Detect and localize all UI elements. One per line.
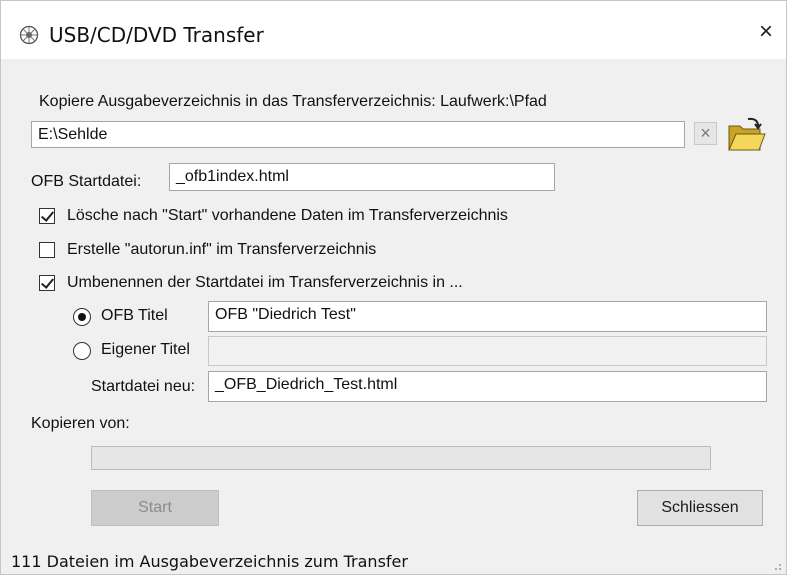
start-file-label: OFB Startdatei: bbox=[31, 173, 142, 190]
delete-existing-label: Lösche nach "Start" vorhandene Daten im … bbox=[67, 207, 508, 224]
own-title-input[interactable] bbox=[208, 336, 767, 366]
copy-from-label: Kopieren von: bbox=[31, 415, 130, 432]
copy-path-label: Kopiere Ausgabeverzeichnis in das Transf… bbox=[39, 93, 547, 110]
close-button[interactable]: Schliessen bbox=[637, 490, 763, 526]
copy-progress-bar bbox=[91, 446, 711, 470]
resize-grip-icon[interactable] bbox=[770, 559, 782, 571]
rename-start-checkbox[interactable] bbox=[39, 275, 55, 291]
app-icon bbox=[19, 25, 39, 45]
delete-existing-checkbox[interactable] bbox=[39, 208, 55, 224]
create-autorun-label: Erstelle "autorun.inf" im Transferverzei… bbox=[67, 241, 377, 258]
ofb-title-radio[interactable] bbox=[73, 308, 91, 326]
rename-start-label: Umbenennen der Startdatei im Transferver… bbox=[67, 274, 463, 291]
status-text: 111 Dateien im Ausgabeverzeichnis zum Tr… bbox=[11, 552, 408, 571]
start-button[interactable]: Start bbox=[91, 490, 219, 526]
title-bar: USB/CD/DVD Transfer × bbox=[1, 1, 786, 59]
new-start-file-label: Startdatei neu: bbox=[91, 378, 196, 395]
window-title: USB/CD/DVD Transfer bbox=[49, 23, 264, 47]
ofb-title-label: OFB Titel bbox=[101, 307, 168, 324]
clear-path-icon[interactable]: × bbox=[694, 122, 717, 145]
copy-path-input[interactable]: E:\Sehlde bbox=[31, 121, 685, 148]
ofb-title-input[interactable]: OFB "Diedrich Test" bbox=[208, 301, 767, 332]
own-title-label: Eigener Titel bbox=[101, 341, 190, 358]
create-autorun-checkbox[interactable] bbox=[39, 242, 55, 258]
open-folder-icon[interactable] bbox=[726, 116, 766, 154]
start-file-input[interactable]: _ofb1index.html bbox=[169, 163, 555, 191]
own-title-radio[interactable] bbox=[73, 342, 91, 360]
status-bar: 111 Dateien im Ausgabeverzeichnis zum Tr… bbox=[1, 544, 786, 574]
new-start-file-input[interactable]: _OFB_Diedrich_Test.html bbox=[208, 371, 767, 402]
transfer-dialog: USB/CD/DVD Transfer × Kopiere Ausgabever… bbox=[0, 0, 787, 575]
close-icon[interactable]: × bbox=[746, 13, 786, 51]
